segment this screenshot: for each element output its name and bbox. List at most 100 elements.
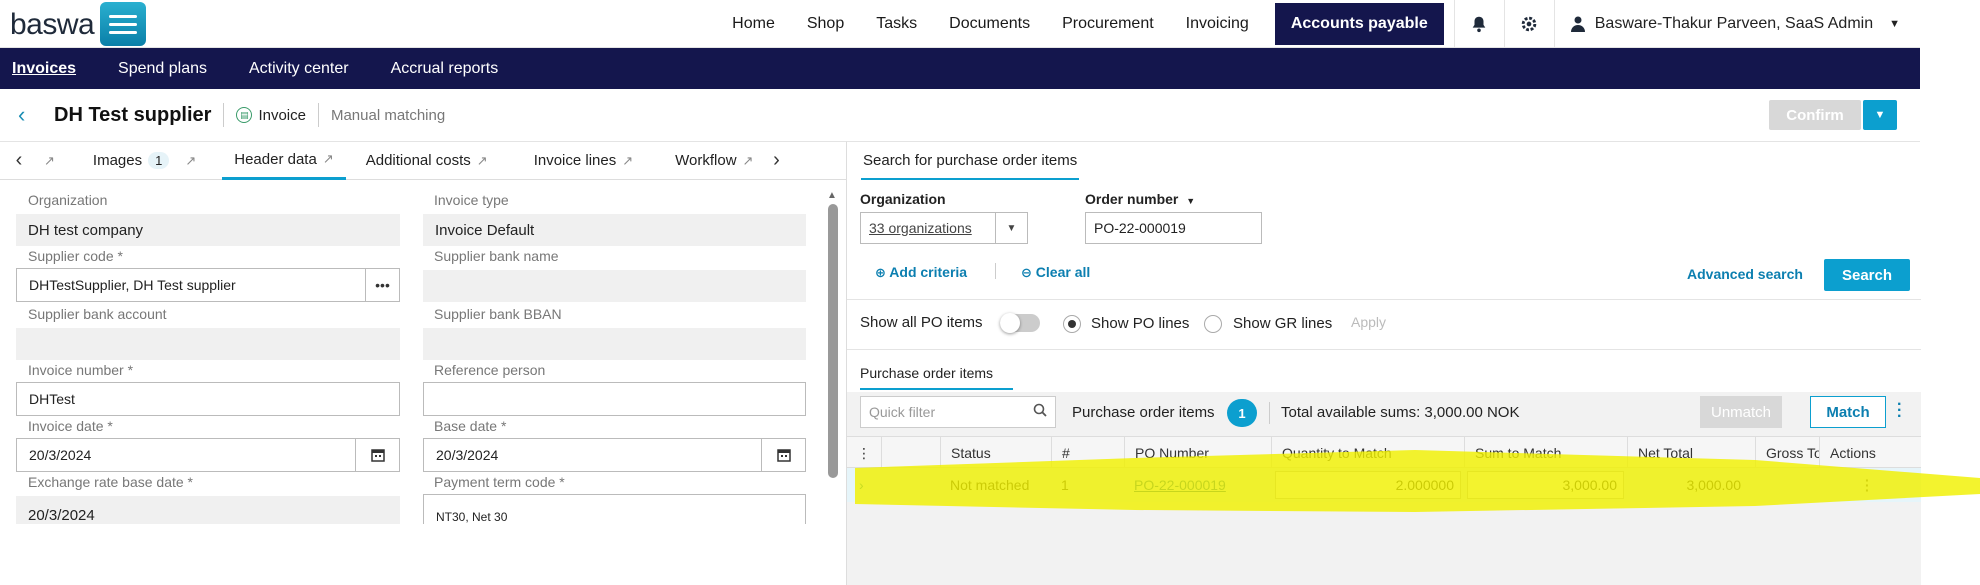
supplier-code-field[interactable]: DHTestSupplier, DH Test supplier ••• (16, 268, 400, 302)
supplier-lookup-button[interactable]: ••• (365, 269, 399, 301)
nav-procurement[interactable]: Procurement (1046, 0, 1170, 48)
invoice-date-picker-button[interactable] (355, 439, 399, 471)
row-po-number-link[interactable]: PO-22-000019 (1134, 468, 1226, 502)
more-options-icon[interactable]: · · · (1897, 397, 1902, 425)
nav-tasks[interactable]: Tasks (860, 0, 933, 48)
row-actions-icon[interactable]: · · · (1865, 468, 1870, 502)
form-scrollbar[interactable]: ▲ (826, 190, 840, 585)
sum-to-match-input[interactable]: 3,000.00 (1467, 471, 1624, 499)
images-count-badge: 1 (148, 152, 170, 169)
nav-accounts-payable[interactable]: Accounts payable (1274, 3, 1444, 45)
tab-header-data[interactable]: Header data ↗ (222, 142, 346, 180)
column-quantity-to-match[interactable]: Quantity to Match (1271, 437, 1464, 469)
payment-term-code-value: NT30, Net 30 (436, 510, 508, 524)
column-gross-total[interactable]: Gross To (1755, 437, 1819, 469)
notifications-button[interactable] (1453, 0, 1504, 48)
top-nav: Home Shop Tasks Documents Procurement In… (716, 0, 1920, 48)
supplier-bank-name-label: Supplier bank name (434, 248, 559, 264)
page-title: DH Test supplier (54, 103, 212, 126)
row-number: 1 (1061, 477, 1069, 493)
external-link-icon[interactable]: ↗ (477, 153, 488, 169)
subnav-spend-plans[interactable]: Spend plans (106, 60, 219, 78)
nav-invoicing[interactable]: Invoicing (1170, 0, 1265, 48)
apply-button[interactable]: Apply (1351, 314, 1386, 330)
unmatch-button[interactable]: Unmatch (1700, 396, 1782, 428)
organization-select[interactable]: 33 organizations ▼ (860, 212, 1028, 244)
clear-all-link[interactable]: ⊖ Clear all (1021, 264, 1090, 281)
organization-select-value: 33 organizations (869, 220, 972, 236)
column-po-number[interactable]: PO Number (1124, 437, 1271, 469)
external-link-icon[interactable]: ↗ (44, 153, 55, 169)
supplier-bank-account-value (16, 328, 400, 360)
chevron-down-icon: ▼ (1889, 18, 1900, 30)
supplier-code-value: DHTestSupplier, DH Test supplier (29, 277, 236, 293)
mode-label: Manual matching (330, 106, 446, 124)
invoice-date-field[interactable]: 20/3/2024 (16, 438, 400, 472)
confirm-dropdown-button[interactable]: ▼ (1863, 100, 1897, 130)
tab-label: Header data (234, 150, 317, 168)
tab-invoice-lines[interactable]: Invoice lines ↗ (522, 142, 645, 180)
quick-filter-input[interactable]: Quick filter (860, 396, 1056, 428)
subnav-activity-center[interactable]: Activity center (237, 60, 361, 78)
tab-workflow[interactable]: Workflow ↗ (663, 142, 765, 180)
tab-images[interactable]: Images 1 ↗ (81, 142, 208, 180)
chevron-down-icon[interactable]: ▼ (995, 213, 1027, 243)
show-all-po-items-toggle[interactable] (1000, 313, 1040, 333)
base-date-field[interactable]: 20/3/2024 (423, 438, 806, 472)
chevron-left-icon[interactable]: ‹ (8, 149, 30, 172)
quantity-to-match-input[interactable]: 2.000000 (1275, 471, 1461, 499)
confirm-button[interactable]: Confirm (1769, 100, 1861, 130)
show-gr-lines-radio[interactable] (1204, 315, 1222, 333)
external-link-icon[interactable]: ↗ (743, 153, 754, 169)
tab-search-po-items[interactable]: Search for purchase order items (861, 142, 1080, 180)
main-menu-button[interactable] (100, 2, 146, 46)
po-search-panel: Search for purchase order items Organiza… (846, 141, 1921, 585)
back-arrow-icon[interactable]: ‹ (18, 102, 38, 128)
expand-row-icon[interactable]: › (859, 468, 879, 502)
match-button[interactable]: Match (1810, 396, 1886, 428)
search-button[interactable]: Search (1824, 259, 1910, 291)
table-row[interactable]: › Not matched 1 PO-22-000019 2.000000 3,… (847, 468, 1921, 502)
column-status[interactable]: Status (940, 437, 1051, 469)
nav-home[interactable]: Home (716, 0, 791, 48)
document-icon: ▤ (236, 107, 253, 123)
user-menu[interactable]: Basware-Thakur Parveen, SaaS Admin ▼ (1553, 0, 1920, 48)
payment-term-code-field[interactable]: NT30, Net 30 (423, 494, 806, 524)
advanced-search-link[interactable]: Advanced search (1687, 266, 1803, 282)
nav-shop[interactable]: Shop (791, 0, 860, 48)
divider (847, 349, 1921, 350)
divider (1269, 402, 1270, 424)
show-po-lines-radio[interactable] (1063, 315, 1081, 333)
scroll-up-icon[interactable]: ▲ (827, 190, 837, 201)
column-sum-to-match[interactable]: Sum to Match (1464, 437, 1627, 469)
po-number-text: PO-22-000019 (1134, 477, 1226, 493)
order-number-label[interactable]: Order number ▼ (1085, 191, 1195, 207)
nav-documents[interactable]: Documents (933, 0, 1046, 48)
external-link-icon[interactable]: ↗ (323, 151, 334, 167)
invoice-number-field[interactable]: DHTest (16, 382, 400, 416)
invoice-number-label: Invoice number * (28, 362, 134, 378)
supplier-bank-account-label: Supplier bank account (28, 306, 167, 322)
order-number-input[interactable]: PO-22-000019 (1085, 212, 1262, 244)
user-icon (1570, 16, 1585, 32)
invoice-type-label: Invoice type (434, 192, 509, 208)
settings-button[interactable] (1503, 0, 1554, 48)
subnav-invoices[interactable]: Invoices (0, 60, 88, 78)
column-net-total[interactable]: Net Total (1627, 437, 1755, 469)
external-link-icon[interactable]: ↗ (185, 153, 196, 169)
tab-label: Workflow (675, 152, 737, 169)
subnav-accrual-reports[interactable]: Accrual reports (379, 60, 511, 78)
reference-person-field[interactable] (423, 382, 806, 416)
tab-purchase-order-items[interactable]: Purchase order items (860, 358, 1014, 390)
external-link-icon[interactable]: ↗ (622, 153, 633, 169)
tab-additional-costs[interactable]: Additional costs ↗ (354, 142, 500, 180)
invoice-date-value: 20/3/2024 (29, 447, 92, 463)
scroll-thumb[interactable] (828, 204, 838, 478)
quick-filter-placeholder: Quick filter (869, 404, 936, 420)
base-date-picker-button[interactable] (761, 439, 805, 471)
chevron-down-icon: ▼ (1874, 109, 1886, 121)
chevron-right-icon[interactable]: › (765, 149, 787, 172)
minus-circle-icon: ⊖ (1021, 265, 1032, 280)
add-criteria-link[interactable]: ⊕ Add criteria (875, 264, 967, 281)
column-number[interactable]: # (1051, 437, 1124, 469)
